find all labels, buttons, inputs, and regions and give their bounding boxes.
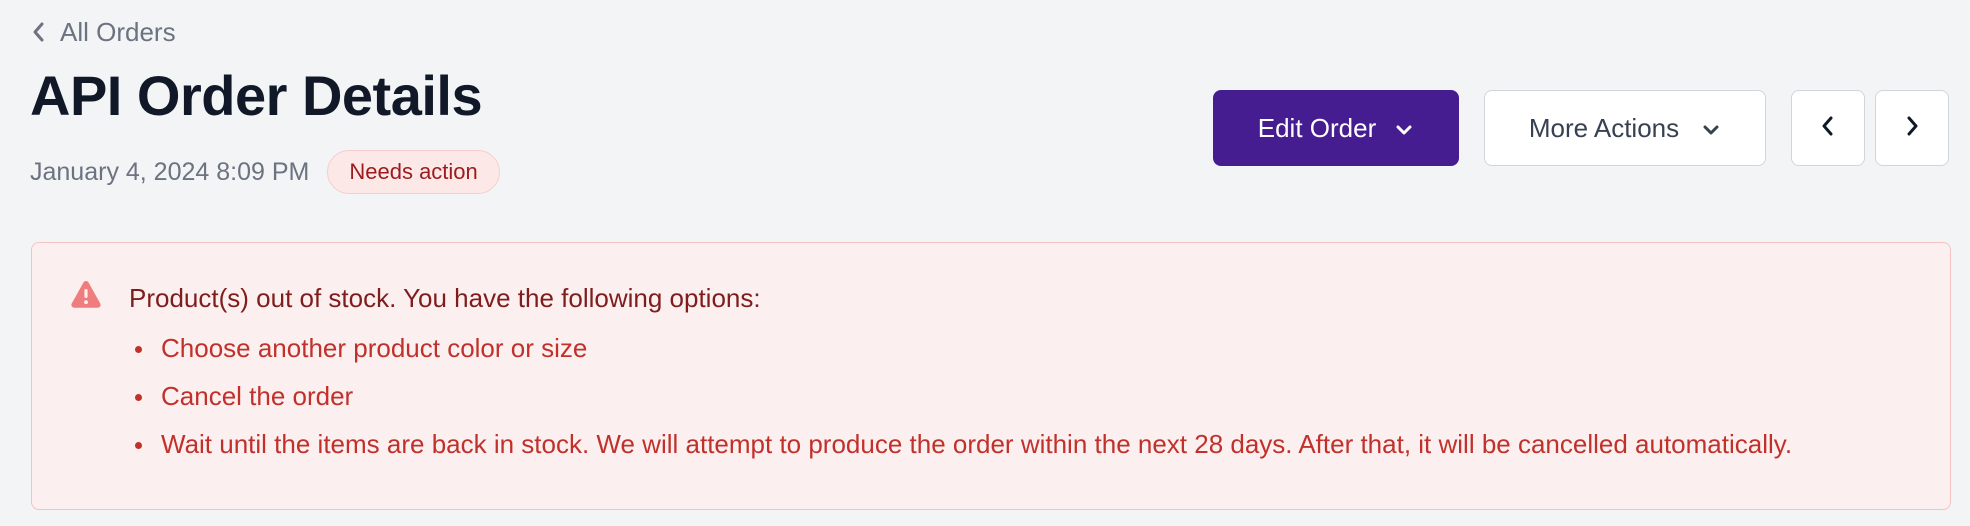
order-details-page: All Orders API Order Details January 4, … [0, 0, 1970, 526]
breadcrumb-back-link[interactable]: All Orders [32, 16, 176, 48]
chevron-down-icon [1394, 113, 1414, 144]
breadcrumb-label: All Orders [60, 16, 176, 47]
order-meta: January 4, 2024 8:09 PM Needs action [30, 150, 500, 194]
chevron-left-icon [32, 21, 46, 43]
bullet-dot [135, 346, 142, 353]
alert-option-text: Wait until the items are back in stock. … [161, 429, 1793, 459]
list-item: Cancel the order [129, 379, 1792, 413]
more-actions-button[interactable]: More Actions [1484, 90, 1766, 166]
alert-title: Product(s) out of stock. You have the fo… [129, 283, 761, 313]
list-item: Wait until the items are back in stock. … [129, 427, 1792, 461]
previous-order-button[interactable] [1791, 90, 1865, 166]
alert-option-text: Cancel the order [161, 381, 354, 411]
next-order-button[interactable] [1875, 90, 1949, 166]
chevron-down-icon [1701, 113, 1721, 144]
order-date: January 4, 2024 8:09 PM [30, 157, 310, 186]
more-actions-label: More Actions [1528, 112, 1680, 143]
alert-options-list: Choose another product color or size Can… [129, 331, 1792, 475]
warning-triangle-icon [70, 279, 102, 314]
pagination-nav [1791, 90, 1949, 166]
chevron-left-icon [1820, 115, 1836, 142]
action-toolbar: Edit Order More Actions [1213, 90, 1949, 166]
page-title: API Order Details [30, 64, 483, 127]
edit-order-label: Edit Order [1257, 112, 1377, 143]
alert-option-text: Choose another product color or size [161, 333, 588, 363]
out-of-stock-alert: Product(s) out of stock. You have the fo… [31, 242, 1951, 510]
list-item: Choose another product color or size [129, 331, 1792, 365]
edit-order-button[interactable]: Edit Order [1213, 90, 1459, 166]
bullet-dot [135, 442, 142, 449]
status-badge: Needs action [327, 150, 500, 194]
bullet-dot [135, 394, 142, 401]
chevron-right-icon [1904, 115, 1920, 142]
